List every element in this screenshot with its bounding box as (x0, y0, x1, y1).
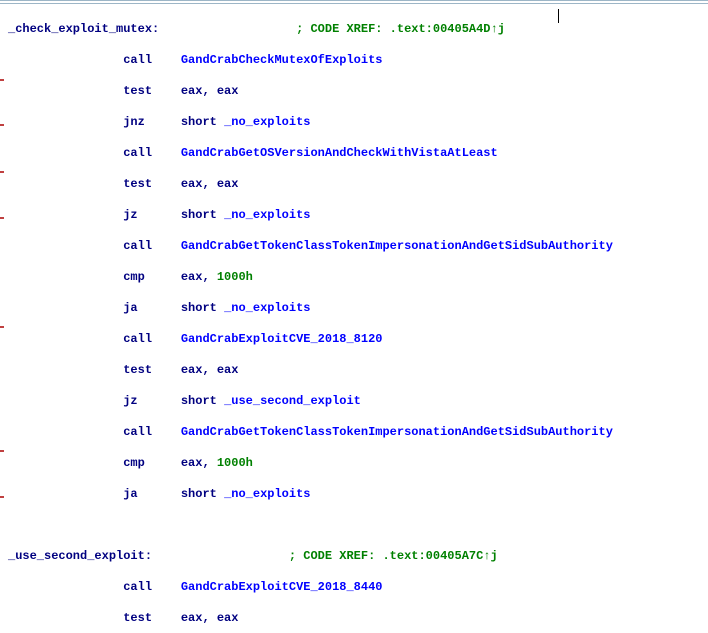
mnemonic: ja (123, 487, 137, 501)
mnemonic: call (123, 53, 152, 67)
mnemonic: ja (123, 301, 137, 315)
asm-line: _use_second_exploit: ; CODE XREF: .text:… (8, 549, 704, 565)
gutter-marker (0, 450, 4, 452)
asm-line: test eax, eax (8, 611, 704, 627)
asm-line: ja short _no_exploits (8, 487, 704, 503)
mnemonic: test (123, 363, 152, 377)
short-kw: short (181, 394, 224, 408)
gutter-marker (0, 124, 4, 126)
label: _check_exploit_mutex: (8, 22, 159, 36)
xref-comment: ; CODE XREF: .text:00405A7C↑j (289, 549, 498, 563)
call-target: GandCrabGetTokenClassTokenImpersonationA… (181, 425, 613, 439)
asm-line: cmp eax, 1000h (8, 456, 704, 472)
asm-line: call GandCrabCheckMutexOfExploits (8, 53, 704, 69)
mnemonic: cmp (123, 456, 145, 470)
operand-reg: eax, (181, 270, 217, 284)
disassembly-listing[interactable]: _check_exploit_mutex: ; CODE XREF: .text… (0, 4, 708, 633)
call-target: GandCrabGetTokenClassTokenImpersonationA… (181, 239, 613, 253)
asm-line: call GandCrabGetOSVersionAndCheckWithVis… (8, 146, 704, 162)
mnemonic: jz (123, 208, 137, 222)
short-kw: short (181, 208, 224, 222)
asm-line: cmp eax, 1000h (8, 270, 704, 286)
label: _use_second_exploit: (8, 549, 152, 563)
mnemonic: call (123, 580, 152, 594)
gutter-marker (0, 496, 4, 498)
asm-line: ja short _no_exploits (8, 301, 704, 317)
call-target: GandCrabExploitCVE_2018_8120 (181, 332, 383, 346)
mnemonic: call (123, 146, 152, 160)
asm-line: call GandCrabGetTokenClassTokenImpersona… (8, 425, 704, 441)
operand-imm: 1000h (217, 270, 253, 284)
asm-line: call GandCrabExploitCVE_2018_8120 (8, 332, 704, 348)
mnemonic: call (123, 239, 152, 253)
asm-line: test eax, eax (8, 177, 704, 193)
mnemonic: jz (123, 394, 137, 408)
gutter-marker (0, 171, 4, 173)
mnemonic: test (123, 84, 152, 98)
operands: eax, eax (181, 363, 239, 377)
jump-target: _no_exploits (224, 115, 310, 129)
gutter-marker (0, 217, 4, 219)
short-kw: short (181, 115, 224, 129)
mnemonic: call (123, 425, 152, 439)
jump-target: _no_exploits (224, 487, 310, 501)
short-kw: short (181, 301, 224, 315)
gutter-marker (0, 79, 4, 81)
call-target: GandCrabGetOSVersionAndCheckWithVistaAtL… (181, 146, 498, 160)
xref-comment: ; CODE XREF: .text:00405A4D↑j (296, 22, 505, 36)
mnemonic: test (123, 611, 152, 625)
mnemonic: call (123, 332, 152, 346)
asm-line: call GandCrabExploitCVE_2018_8440 (8, 580, 704, 596)
mnemonic: test (123, 177, 152, 191)
asm-line: call GandCrabGetTokenClassTokenImpersona… (8, 239, 704, 255)
asm-line: test eax, eax (8, 84, 704, 100)
jump-target: _no_exploits (224, 301, 310, 315)
operands: eax, eax (181, 177, 239, 191)
operand-reg: eax, (181, 456, 217, 470)
text-cursor (558, 9, 559, 23)
asm-line: test eax, eax (8, 363, 704, 379)
call-target: GandCrabCheckMutexOfExploits (181, 53, 383, 67)
mnemonic: jnz (123, 115, 145, 129)
asm-line: jnz short _no_exploits (8, 115, 704, 131)
jump-target: _no_exploits (224, 208, 310, 222)
jump-target: _use_second_exploit (224, 394, 361, 408)
call-target: GandCrabExploitCVE_2018_8440 (181, 580, 383, 594)
asm-line: jz short _no_exploits (8, 208, 704, 224)
asm-line: jz short _use_second_exploit (8, 394, 704, 410)
operands: eax, eax (181, 611, 239, 625)
blank-line (8, 518, 704, 534)
asm-line: _check_exploit_mutex: ; CODE XREF: .text… (8, 22, 704, 38)
mnemonic: cmp (123, 270, 145, 284)
gutter-marker (0, 326, 4, 328)
operands: eax, eax (181, 84, 239, 98)
short-kw: short (181, 487, 224, 501)
operand-imm: 1000h (217, 456, 253, 470)
